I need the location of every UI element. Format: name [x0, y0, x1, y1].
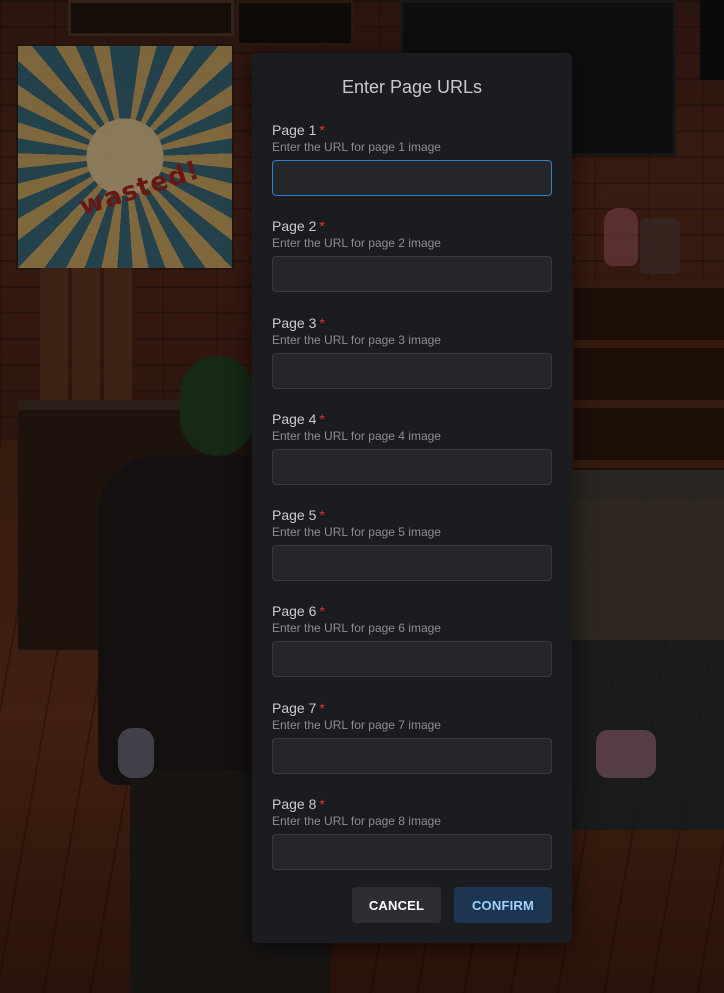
page-3-url-input[interactable] [272, 352, 552, 389]
page-url-field-7: Page 7 * Enter the URL for page 7 image [272, 700, 552, 796]
required-asterisk: * [319, 314, 325, 331]
confirm-button[interactable]: CONFIRM [454, 887, 552, 923]
field-label-text: Page 3 [272, 314, 317, 331]
page-urls-dialog: Enter Page URLs Page 1 * Enter the URL fo… [252, 53, 572, 943]
field-label: Page 3 * [272, 315, 552, 332]
field-label: Page 5 * [272, 507, 552, 524]
field-description: Enter the URL for page 8 image [272, 814, 441, 829]
field-label-text: Page 6 [272, 603, 317, 620]
page-url-field-3: Page 3 * Enter the URL for page 3 image [272, 315, 552, 411]
field-description: Enter the URL for page 5 image [272, 525, 441, 540]
dialog-title: Enter Page URLs [341, 77, 483, 97]
field-label-text: Page 8 [272, 796, 317, 813]
field-description: Enter the URL for page 2 image [272, 236, 441, 251]
field-label: Page 4 * [272, 411, 552, 428]
page-url-field-1: Page 1 * Enter the URL for page 1 image [272, 122, 552, 218]
field-label: Page 6 * [272, 603, 552, 620]
field-description: Enter the URL for page 4 image [272, 428, 441, 443]
page-7-url-input[interactable] [272, 737, 552, 774]
page-5-url-input[interactable] [272, 545, 552, 582]
required-asterisk: * [319, 410, 325, 427]
page-8-url-input[interactable] [272, 834, 552, 871]
field-description: Enter the URL for page 3 image [272, 332, 441, 347]
cancel-button[interactable]: CANCEL [352, 887, 441, 923]
page-url-field-2: Page 2 * Enter the URL for page 2 image [272, 218, 552, 314]
page-url-field-5: Page 5 * Enter the URL for page 5 image [272, 507, 552, 603]
page-url-field-6: Page 6 * Enter the URL for page 6 image [272, 603, 552, 699]
page-1-url-input[interactable] [272, 160, 552, 196]
page-4-url-input[interactable] [272, 448, 552, 485]
page-url-field-4: Page 4 * Enter the URL for page 4 image [272, 411, 552, 507]
required-asterisk: * [319, 218, 325, 235]
page-2-url-input[interactable] [272, 256, 552, 293]
required-asterisk: * [319, 699, 325, 716]
required-asterisk: * [319, 603, 325, 620]
field-label: Page 1 * [272, 122, 552, 139]
field-label-text: Page 4 [272, 410, 317, 427]
required-asterisk: * [319, 122, 325, 138]
field-label: Page 2 * [272, 218, 552, 235]
field-description: Enter the URL for page 1 image [272, 140, 441, 154]
page-6-url-input[interactable] [272, 641, 552, 678]
required-asterisk: * [319, 507, 325, 524]
field-label-text: Page 1 [272, 122, 317, 138]
field-label: Page 7 * [272, 700, 552, 717]
field-label: Page 8 * [272, 796, 552, 813]
field-description: Enter the URL for page 7 image [272, 717, 441, 732]
page-url-field-8: Page 8 * Enter the URL for page 8 image [272, 796, 552, 892]
url-field-list: Page 1 * Enter the URL for page 1 image P… [272, 122, 552, 892]
field-label-text: Page 7 [272, 699, 317, 716]
required-asterisk: * [319, 796, 325, 813]
field-label-text: Page 5 [272, 507, 317, 524]
field-description: Enter the URL for page 6 image [272, 621, 441, 636]
field-label-text: Page 2 [272, 218, 317, 235]
